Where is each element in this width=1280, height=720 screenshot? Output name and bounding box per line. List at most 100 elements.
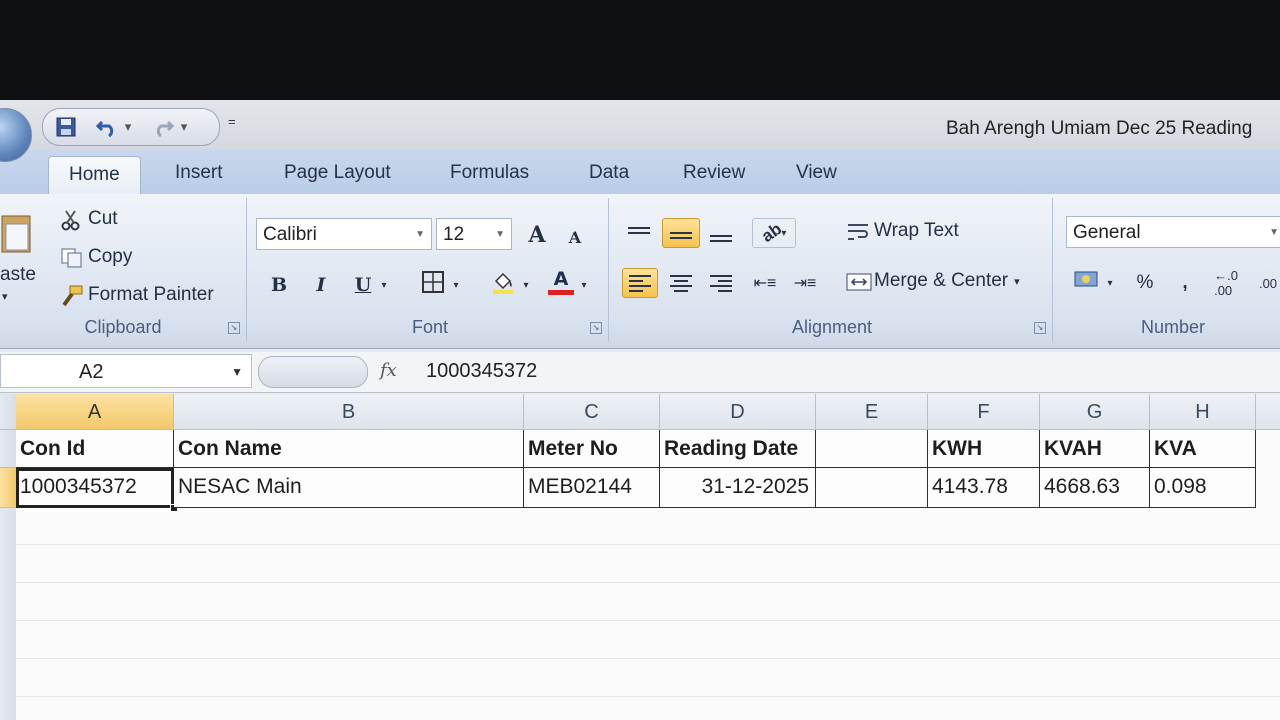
column-header-b[interactable]: B bbox=[174, 394, 524, 430]
column-header-g[interactable]: G bbox=[1040, 394, 1150, 430]
grow-font-button[interactable]: A bbox=[522, 220, 552, 250]
tab-page-layout[interactable]: Page Layout bbox=[284, 162, 391, 184]
customize-qat-icon[interactable]: = bbox=[228, 114, 236, 129]
center-button[interactable] bbox=[666, 268, 696, 298]
cell-b2[interactable]: NESAC Main bbox=[174, 468, 524, 508]
tab-data[interactable]: Data bbox=[589, 162, 629, 184]
currency-icon bbox=[1074, 269, 1100, 297]
cell-a1[interactable]: Con Id bbox=[16, 430, 174, 468]
number-format-select[interactable]: General ▼ bbox=[1066, 216, 1280, 248]
cell-d1[interactable]: Reading Date bbox=[660, 430, 816, 468]
chevron-down-icon: ▼ bbox=[231, 365, 243, 379]
comma-icon: , bbox=[1182, 272, 1188, 293]
tab-formulas[interactable]: Formulas bbox=[450, 162, 529, 184]
row-header-1[interactable] bbox=[0, 430, 16, 468]
row-header-2[interactable] bbox=[0, 468, 16, 508]
redo-dropdown-icon[interactable]: ▾ bbox=[177, 115, 191, 139]
copy-button[interactable]: Copy bbox=[60, 246, 132, 268]
cell-b1[interactable]: Con Name bbox=[174, 430, 524, 468]
clipboard-group-label: Clipboard bbox=[84, 317, 162, 337]
tab-view[interactable]: View bbox=[796, 162, 837, 184]
column-header-h[interactable]: H bbox=[1150, 394, 1256, 430]
chevron-down-icon: ▼ bbox=[415, 229, 425, 240]
paste-button[interactable]: aste bbox=[0, 264, 36, 286]
borders-button[interactable] bbox=[418, 270, 448, 300]
wrap-text-label: Wrap Text bbox=[874, 220, 959, 241]
wrap-text-button[interactable]: Wrap Text bbox=[846, 220, 959, 242]
font-color-button[interactable]: A bbox=[546, 266, 576, 296]
fill-color-dropdown-icon[interactable]: ▾ bbox=[518, 270, 534, 300]
formula-input[interactable]: 1000345372 bbox=[426, 360, 537, 383]
formula-bar-buttons bbox=[258, 356, 368, 388]
bottom-align-button[interactable] bbox=[706, 218, 736, 248]
italic-button[interactable]: I bbox=[306, 270, 336, 300]
cell-a2[interactable]: 1000345372 bbox=[16, 468, 174, 508]
decrease-decimal-button[interactable]: .00 bbox=[1250, 268, 1280, 298]
column-header-c[interactable]: C bbox=[524, 394, 660, 430]
accounting-format-button[interactable] bbox=[1072, 268, 1102, 298]
font-color-dropdown-icon[interactable]: ▾ bbox=[576, 270, 592, 300]
cell-h2[interactable]: 0.098 bbox=[1150, 468, 1256, 508]
column-header-f[interactable]: F bbox=[928, 394, 1040, 430]
select-all-corner[interactable] bbox=[0, 394, 16, 430]
orientation-button[interactable]: ab ▾ bbox=[752, 218, 796, 248]
cell-c2[interactable]: MEB02144 bbox=[524, 468, 660, 508]
column-header-a[interactable]: A bbox=[16, 394, 174, 430]
paste-icon[interactable] bbox=[0, 210, 36, 254]
document-title: Bah Arengh Umiam Dec 25 Reading bbox=[946, 118, 1253, 139]
undo-icon[interactable] bbox=[95, 115, 119, 139]
fill-color-button[interactable] bbox=[488, 270, 518, 300]
cell-e2[interactable] bbox=[816, 468, 928, 508]
gridline bbox=[16, 544, 1280, 545]
paste-dropdown-icon[interactable]: ▾ bbox=[2, 290, 8, 303]
align-right-button[interactable] bbox=[706, 268, 736, 298]
column-header-e[interactable]: E bbox=[816, 394, 928, 430]
column-header-d[interactable]: D bbox=[660, 394, 816, 430]
top-align-button[interactable] bbox=[624, 218, 654, 248]
cell-c1[interactable]: Meter No bbox=[524, 430, 660, 468]
increase-indent-button[interactable]: ⇥≡ bbox=[790, 268, 820, 298]
cell-g1[interactable]: KVAH bbox=[1040, 430, 1150, 468]
tab-insert[interactable]: Insert bbox=[175, 162, 223, 184]
percent-style-button[interactable]: % bbox=[1130, 268, 1160, 298]
underline-button[interactable]: U bbox=[348, 270, 378, 300]
ribbon-tabs: Home Insert Page Layout Formulas Data Re… bbox=[0, 150, 1280, 197]
tab-review[interactable]: Review bbox=[683, 162, 745, 184]
undo-dropdown-icon[interactable]: ▾ bbox=[121, 115, 135, 139]
column-header-i[interactable] bbox=[1256, 394, 1280, 430]
accounting-dropdown-icon[interactable]: ▾ bbox=[1102, 268, 1118, 298]
decrease-indent-icon: ⇤≡ bbox=[753, 275, 777, 292]
redo-icon[interactable] bbox=[151, 115, 175, 139]
comma-style-button[interactable]: , bbox=[1170, 268, 1200, 298]
cell-f2[interactable]: 4143.78 bbox=[928, 468, 1040, 508]
increase-decimal-button[interactable]: ←.0.00 bbox=[1208, 268, 1244, 298]
underline-dropdown-icon[interactable]: ▾ bbox=[376, 270, 392, 300]
format-painter-button[interactable]: Format Painter bbox=[60, 284, 214, 307]
shrink-font-button[interactable]: A bbox=[560, 222, 590, 252]
save-icon[interactable] bbox=[53, 115, 79, 139]
alignment-group-label: Alignment bbox=[791, 317, 873, 337]
middle-align-button[interactable] bbox=[662, 218, 700, 248]
copy-icon bbox=[60, 247, 82, 268]
clipboard-dialog-launcher-icon[interactable]: ↘ bbox=[228, 322, 240, 334]
merge-center-button[interactable]: Merge & Center ▾ bbox=[846, 270, 1020, 292]
bold-button[interactable]: B bbox=[264, 270, 294, 300]
align-left-button[interactable] bbox=[622, 268, 658, 298]
cut-button[interactable]: Cut bbox=[60, 208, 118, 231]
tab-home[interactable]: Home bbox=[48, 156, 141, 197]
insert-function-icon[interactable]: fx bbox=[380, 360, 397, 381]
decrease-indent-button[interactable]: ⇤≡ bbox=[750, 268, 780, 298]
cell-e1[interactable] bbox=[816, 430, 928, 468]
font-size-select[interactable]: 12 ▼ bbox=[436, 218, 512, 250]
cell-g2[interactable]: 4668.63 bbox=[1040, 468, 1150, 508]
chevron-down-icon: ▼ bbox=[495, 229, 505, 240]
font-family-value: Calibri bbox=[263, 224, 317, 245]
font-family-select[interactable]: Calibri ▼ bbox=[256, 218, 432, 250]
name-box[interactable]: A2 ▼ bbox=[0, 354, 252, 388]
alignment-dialog-launcher-icon[interactable]: ↘ bbox=[1034, 322, 1046, 334]
cell-h1[interactable]: KVA bbox=[1150, 430, 1256, 468]
cell-d2[interactable]: 31-12-2025 bbox=[660, 468, 816, 508]
cell-f1[interactable]: KWH bbox=[928, 430, 1040, 468]
borders-dropdown-icon[interactable]: ▾ bbox=[448, 270, 464, 300]
font-dialog-launcher-icon[interactable]: ↘ bbox=[590, 322, 602, 334]
